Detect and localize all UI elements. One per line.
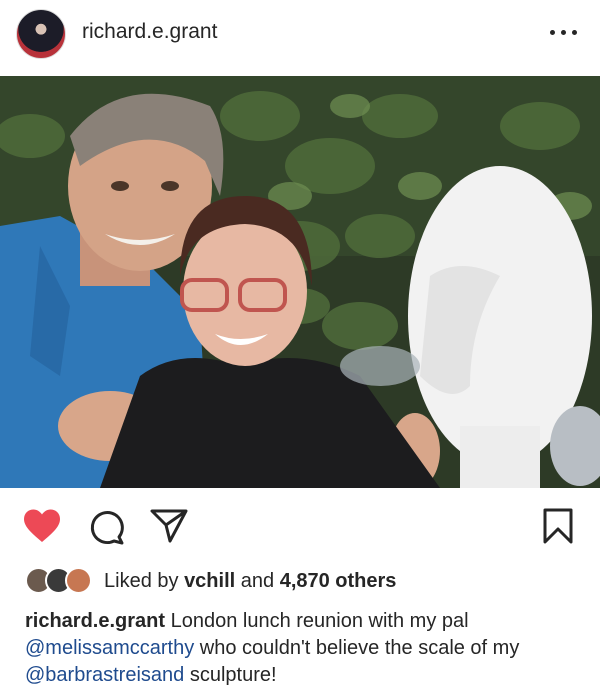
bookmark-icon[interactable] xyxy=(542,508,574,544)
caption-username[interactable]: richard.e.grant xyxy=(25,610,165,632)
likes-summary[interactable]: Liked by vchill and 4,870 others xyxy=(104,570,396,593)
post-caption: richard.e.grant London lunch reunion wit… xyxy=(25,608,585,689)
and-label: and xyxy=(240,570,275,592)
caption-text: who couldn't believe the scale of my xyxy=(199,637,520,659)
post-image xyxy=(0,76,600,488)
profile-avatar[interactable] xyxy=(16,9,66,59)
caption-text: London lunch reunion with my pal xyxy=(170,610,469,632)
heart-icon[interactable] xyxy=(22,508,62,544)
liker-avatar xyxy=(65,567,92,594)
liked-by-user[interactable]: vchill xyxy=(184,570,235,592)
caption-mention-barbra[interactable]: @barbrastreisand xyxy=(25,664,184,686)
others-count[interactable]: 4,870 others xyxy=(280,570,397,592)
action-bar xyxy=(0,500,600,552)
liked-by-label: Liked by xyxy=(104,570,179,592)
header-username[interactable]: richard.e.grant xyxy=(82,20,217,44)
post-photo[interactable] xyxy=(0,76,600,488)
caption-mention-melissa[interactable]: @melissamccarthy xyxy=(25,637,194,659)
more-options-icon[interactable] xyxy=(548,22,580,42)
post-header: richard.e.grant xyxy=(0,0,600,68)
caption-text: sculpture! xyxy=(189,664,277,686)
comment-icon[interactable] xyxy=(88,508,126,546)
share-icon[interactable] xyxy=(150,508,188,544)
liker-avatars[interactable] xyxy=(25,567,97,595)
